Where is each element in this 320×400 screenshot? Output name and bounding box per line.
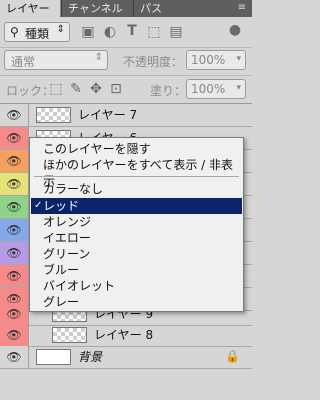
layer-row-7[interactable]: 👁 レイヤー 7 — [0, 104, 252, 127]
panel-menu-icon[interactable]: ≡ — [238, 2, 246, 13]
eye-icon[interactable]: 👁 — [0, 242, 29, 264]
fill-value: 100% — [191, 82, 226, 96]
eye-icon[interactable]: 👁 — [0, 346, 29, 368]
menu-item-show-hide-others[interactable]: ほかのレイヤーをすべて表示 / 非表示 — [31, 157, 242, 188]
eye-icon[interactable]: 👁 — [0, 173, 29, 195]
filter-kind-label: 種類 — [25, 27, 50, 41]
lock-transparency-icon[interactable]: ⬚ — [49, 81, 63, 97]
eye-icon[interactable]: 👁 — [0, 150, 29, 172]
tab-layers[interactable]: レイヤー — [0, 0, 61, 17]
layer-thumbnail — [36, 107, 71, 123]
menu-item-color-orange[interactable]: オレンジ — [31, 214, 242, 230]
layer-row-8[interactable]: 👁 レイヤー 8 — [0, 324, 252, 347]
eye-icon[interactable]: 👁 — [0, 265, 29, 287]
blend-mode-value: 通常 — [11, 55, 36, 69]
panel-footer — [0, 369, 252, 400]
layer-name: 背景 — [78, 350, 103, 364]
smart-object-filter-icon[interactable]: ▤ — [168, 24, 184, 40]
menu-item-color-gray[interactable]: グレー — [31, 294, 242, 310]
chevron-down-icon: ▾ — [236, 83, 241, 93]
layer-thumbnail — [52, 327, 87, 343]
eye-icon[interactable]: 👁 — [0, 219, 29, 241]
filter-toggle-icon[interactable]: ● — [226, 22, 244, 38]
layer-name: レイヤー 8 — [94, 328, 154, 342]
chevron-down-icon: ▾ — [236, 54, 241, 64]
menu-item-color-violet[interactable]: バイオレット — [31, 278, 242, 294]
eye-icon[interactable]: 👁 — [0, 303, 29, 325]
tab-paths[interactable]: パス — [133, 0, 169, 17]
panel-tab-bar: レイヤー チャンネル パス ≡ — [0, 0, 252, 17]
layer-thumbnail — [36, 349, 71, 365]
type-filter-icon[interactable]: T — [124, 23, 140, 39]
layer-name: レイヤー 7 — [78, 108, 138, 122]
lock-icon: 🔒 — [225, 349, 240, 363]
tab-channels[interactable]: チャンネル — [61, 0, 133, 17]
opacity-value: 100% — [191, 53, 226, 67]
fill-label: 塗り： — [150, 84, 187, 98]
updown-arrow-icon: ⇕ — [56, 24, 65, 35]
check-icon: ✓ — [34, 200, 43, 211]
eye-icon[interactable]: 👁 — [0, 104, 29, 126]
search-icon: ⚲ — [10, 25, 19, 39]
filter-kind-select[interactable]: ⚲ 種類 ⇕ — [4, 22, 70, 42]
opacity-label: 不透明度： — [123, 55, 184, 69]
menu-item-color-red[interactable]: ✓ レッド — [31, 198, 242, 214]
menu-item-hide-layer[interactable]: このレイヤーを隠す — [31, 141, 242, 157]
lock-label: ロック： — [6, 84, 55, 98]
lock-all-icon[interactable]: ⊡ — [109, 81, 123, 97]
shape-filter-icon[interactable]: ⬚ — [146, 24, 162, 40]
eye-icon[interactable]: 👁 — [0, 196, 29, 218]
lock-pixels-icon[interactable]: ✎ — [69, 81, 83, 97]
adjustment-filter-icon[interactable]: ◐ — [102, 24, 118, 40]
fill-input[interactable]: 100% ▾ — [186, 79, 246, 99]
eye-icon[interactable]: 👁 — [0, 127, 29, 149]
layer-row-background[interactable]: 👁 背景 🔒 — [0, 346, 252, 369]
image-filter-icon[interactable]: ▣ — [80, 24, 96, 40]
menu-item-color-none[interactable]: カラーなし — [31, 181, 242, 197]
opacity-input[interactable]: 100% ▾ — [186, 50, 246, 70]
menu-item-color-yellow[interactable]: イエロー — [31, 230, 242, 246]
menu-item-color-green[interactable]: グリーン — [31, 246, 242, 262]
updown-arrow-icon: ⇕ — [94, 52, 103, 63]
menu-item-color-blue[interactable]: ブルー — [31, 262, 242, 278]
blend-mode-select[interactable]: 通常 ⇕ — [4, 50, 108, 70]
layer-context-menu: このレイヤーを隠す ほかのレイヤーをすべて表示 / 非表示 カラーなし ✓ レッド… — [29, 137, 244, 312]
lock-position-icon[interactable]: ✥ — [89, 81, 103, 97]
menu-item-label: レッド — [43, 199, 80, 213]
eye-icon[interactable]: 👁 — [0, 324, 29, 346]
